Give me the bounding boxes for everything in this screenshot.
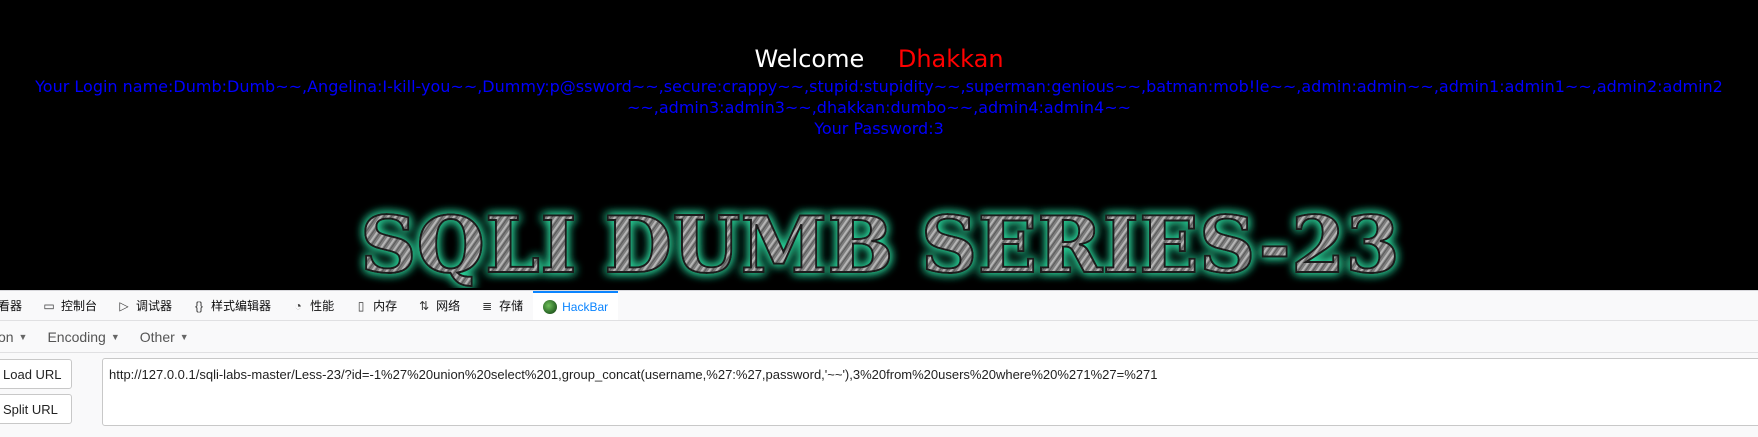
memory-icon: ▯	[357, 298, 365, 313]
menu-sql-injection[interactable]: SQL Injection ▼	[0, 329, 37, 345]
split-url-button[interactable]: Split URL	[0, 394, 72, 424]
welcome-username: Dhakkan	[897, 45, 1004, 73]
tab-debugger-label: 调试器	[136, 299, 173, 313]
tab-network[interactable]: ⇅ 网络	[407, 291, 470, 320]
series-banner: SQLI DUMB SERIES-23	[340, 200, 1420, 288]
menu-sql-injection-label: SQL Injection	[0, 328, 14, 345]
tab-performance[interactable]: ◔ 性能	[281, 291, 344, 320]
tab-debugger[interactable]: ▷ 调试器	[107, 291, 182, 320]
login-name-text: Your Login name:Dumb:Dumb~~,Angelina:I-k…	[35, 77, 1723, 117]
menu-encoding[interactable]: Encoding ▼	[37, 329, 129, 345]
load-url-button[interactable]: Load URL	[0, 359, 72, 389]
tab-console[interactable]: ▭ 控制台	[32, 291, 107, 320]
url-input[interactable]	[102, 358, 1758, 426]
tab-network-label: 网络	[436, 299, 461, 313]
menu-other[interactable]: Other ▼	[130, 329, 199, 345]
chevron-down-icon: ▼	[110, 331, 120, 342]
tab-inspector-label: 查看器	[0, 299, 23, 313]
devtools-tabbar: 查看器 ▭ 控制台 ▷ 调试器 {} 样式编辑器 ◔ 性能 ▯ 内存 ⇅ 网络 …	[0, 291, 1758, 321]
tab-hackbar[interactable]: HackBar	[533, 291, 619, 320]
password-text: Your Password:3	[814, 119, 944, 138]
hackbar-menubar: SQL Injection ▼ Encoding ▼ Other ▼	[0, 321, 1758, 353]
debugger-icon: ▷	[119, 298, 129, 313]
storage-icon: ≣	[482, 298, 493, 313]
tab-memory[interactable]: ▯ 内存	[344, 291, 407, 320]
tab-hackbar-label: HackBar	[562, 299, 609, 314]
login-result: Your Login name:Dumb:Dumb~~,Angelina:I-k…	[30, 76, 1728, 139]
menu-encoding-label: Encoding	[47, 328, 106, 345]
menu-other-label: Other	[139, 328, 175, 345]
banner-title-graphic: SQLI DUMB SERIES-23	[359, 200, 1401, 288]
tab-storage-label: 存储	[499, 299, 524, 313]
tab-performance-label: 性能	[310, 299, 335, 313]
welcome-text: Welcome	[754, 45, 865, 73]
tab-style-editor[interactable]: {} 样式编辑器	[182, 291, 281, 320]
devtools-panel: 查看器 ▭ 控制台 ▷ 调试器 {} 样式编辑器 ◔ 性能 ▯ 内存 ⇅ 网络 …	[0, 290, 1758, 437]
banner-text: SQLI DUMB SERIES-23	[360, 200, 1400, 288]
web-page: Welcome Dhakkan Your Login name:Dumb:Dum…	[0, 0, 1758, 290]
tab-inspector[interactable]: 查看器	[0, 291, 32, 320]
hackbar-workarea: Load URL Split URL	[0, 353, 1758, 437]
tab-console-label: 控制台	[61, 299, 98, 313]
network-icon: ⇅	[419, 298, 430, 313]
console-icon: ▭	[43, 298, 55, 313]
welcome-line: Welcome Dhakkan	[0, 44, 1758, 74]
chevron-down-icon: ▼	[179, 331, 189, 342]
performance-icon: ◔	[294, 298, 302, 313]
tab-memory-label: 内存	[373, 299, 398, 313]
tab-storage[interactable]: ≣ 存储	[470, 291, 533, 320]
style-editor-icon: {}	[195, 298, 204, 313]
tab-style-editor-label: 样式编辑器	[211, 299, 272, 313]
chevron-down-icon: ▼	[18, 331, 28, 342]
hackbar-icon	[543, 299, 558, 314]
